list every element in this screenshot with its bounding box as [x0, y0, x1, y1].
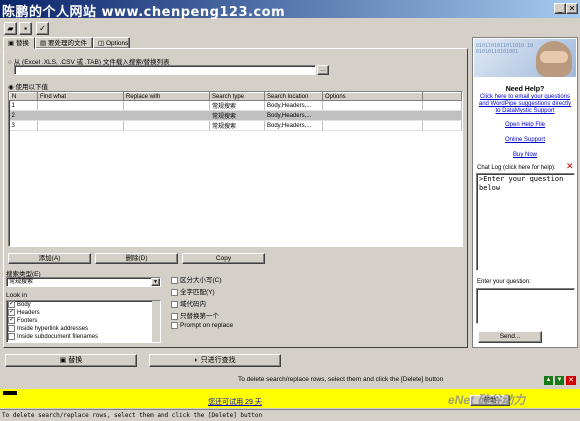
- watermark-text: 陈鹏的个人网站 www.chenpeng123.com: [2, 5, 286, 20]
- table-row[interactable]: 1 常规搜索 Body,Headers,...: [9, 100, 462, 111]
- search-type-value: 常规搜索: [9, 279, 34, 285]
- delete-row-icon[interactable]: ✕: [566, 376, 576, 385]
- question-label: Enter your question:: [477, 279, 531, 285]
- chat-log-textarea[interactable]: >Enter your question below: [476, 173, 575, 271]
- col-options[interactable]: Options: [322, 92, 423, 101]
- look-in-headers[interactable]: ✓ Headers: [7, 309, 160, 317]
- checklist-icon[interactable]: ✓: [36, 22, 49, 35]
- open-help-file-link[interactable]: Open Help File: [476, 122, 574, 128]
- save-icon[interactable]: ▪: [19, 22, 32, 35]
- option-replace-first[interactable]: 只替换第一个: [171, 310, 219, 320]
- use-values-radio[interactable]: ◉ 使用以下值: [8, 81, 48, 91]
- trial-days-link[interactable]: 您还可试用 29 天: [190, 397, 280, 407]
- arrow-up-icon[interactable]: ▲: [544, 376, 553, 385]
- arrow-down-icon[interactable]: ▼: [555, 376, 564, 385]
- files-icon: ▤: [40, 40, 47, 47]
- find-only-button[interactable]: ◐ 只进行查找: [149, 354, 281, 367]
- minimize-button[interactable]: _: [554, 3, 566, 14]
- delete-button[interactable]: 删除(D): [95, 253, 178, 264]
- look-in-scrollbar[interactable]: [152, 301, 160, 342]
- browse-button[interactable]: …: [317, 65, 329, 75]
- tab-replace[interactable]: ▣ 替换: [3, 37, 35, 49]
- option-field-codes[interactable]: 域代码内: [171, 298, 206, 308]
- col-replace[interactable]: Replace with: [123, 92, 210, 101]
- add-button[interactable]: 添加(A): [8, 253, 91, 264]
- agent-face: [540, 51, 568, 63]
- trial-progress-indicator: [3, 391, 17, 395]
- replace-icon: ▣: [59, 357, 69, 364]
- search-replace-grid[interactable]: N Find what Replace with Search type Sea…: [8, 91, 463, 247]
- question-textarea[interactable]: [476, 288, 575, 324]
- help-banner: 0101101011011010 1001010110101001: [474, 39, 576, 77]
- col-find[interactable]: Find what: [37, 92, 124, 101]
- col-search-location[interactable]: Search location: [264, 92, 323, 101]
- status-bar: To delete search/replace rows, select th…: [0, 409, 580, 421]
- option-match-case[interactable]: 区分大小写(C): [171, 274, 222, 284]
- enet-logo: eNet 硅谷动力: [448, 393, 526, 407]
- help-title: Need Help?: [505, 86, 545, 93]
- send-button[interactable]: Send...: [478, 331, 542, 343]
- look-in-label: Look in: [6, 292, 27, 299]
- search-type-select[interactable]: 常规搜索 ▼: [6, 277, 161, 287]
- banner-digits: 0101101011011010 1001010110101001: [476, 43, 534, 55]
- copy-button[interactable]: Copy: [182, 253, 265, 264]
- replace-icon: ▣: [8, 40, 15, 47]
- email-support-link[interactable]: Click here to email your questions and W…: [476, 94, 574, 115]
- chat-log-label[interactable]: Chat Log (click here for help):: [477, 165, 556, 171]
- open-folder-icon[interactable]: ▰: [4, 22, 17, 35]
- buy-now-link[interactable]: Buy Now: [476, 152, 574, 158]
- title-bar: 陈鹏的个人网站 www.chenpeng123.com _ ✕: [0, 0, 580, 20]
- chevron-down-icon[interactable]: ▼: [151, 278, 160, 286]
- close-icon[interactable]: ✕: [566, 162, 575, 171]
- look-in-footers[interactable]: ✓ Footers: [7, 317, 160, 325]
- close-button[interactable]: ✕: [566, 3, 578, 14]
- look-in-subdocuments[interactable]: Inside subdocument filenames: [7, 333, 160, 341]
- replace-button[interactable]: ▣ 替换: [5, 354, 137, 367]
- option-whole-word[interactable]: 全字匹配(Y): [171, 286, 215, 296]
- table-row[interactable]: 3 常规搜索 Body,Headers,...: [9, 120, 462, 131]
- col-search-type[interactable]: Search type: [209, 92, 265, 101]
- col-n[interactable]: N: [9, 92, 38, 101]
- table-row[interactable]: 2 常规搜索 Body,Headers,...: [9, 110, 462, 121]
- online-support-link[interactable]: Online Support: [476, 137, 574, 143]
- options-icon: ◫: [98, 40, 105, 47]
- look-in-hyperlinks[interactable]: Inside hyperlink addresses: [7, 325, 160, 333]
- option-prompt[interactable]: Prompt on replace: [171, 322, 233, 329]
- file-path-input[interactable]: [14, 65, 316, 75]
- delete-hint-text: To delete search/replace rows, select th…: [238, 376, 444, 383]
- look-in-list[interactable]: ✓ Body ✓ Headers ✓ Footers Inside hyperlink…: [6, 300, 161, 343]
- look-in-body[interactable]: ✓ Body: [7, 301, 160, 309]
